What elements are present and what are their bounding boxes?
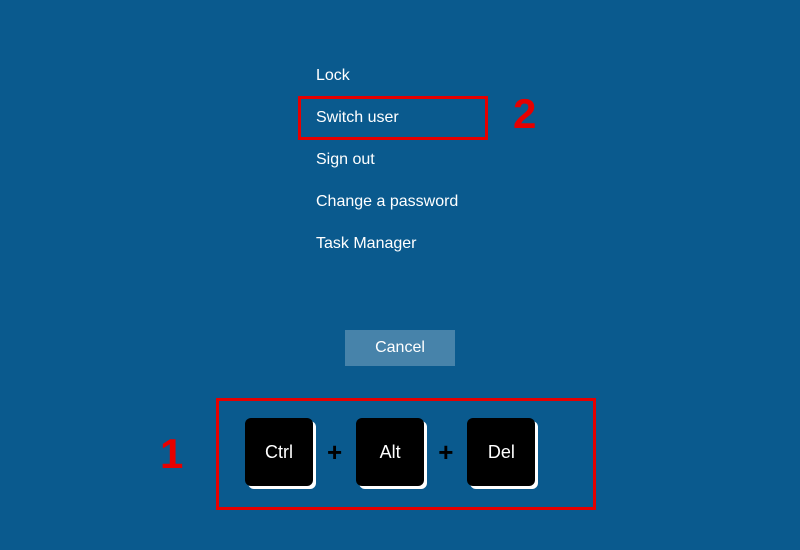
annotation-number-2: 2 (513, 90, 536, 138)
key-combo-ctrl-alt-del: Ctrl + Alt + Del (245, 418, 535, 486)
menu-item-change-password[interactable]: Change a password (310, 181, 472, 223)
cancel-button[interactable]: Cancel (345, 330, 455, 366)
key-ctrl: Ctrl (245, 418, 313, 486)
menu-item-task-manager[interactable]: Task Manager (310, 223, 472, 265)
menu-item-switch-user[interactable]: Switch user (310, 97, 472, 139)
plus-icon: + (432, 437, 459, 468)
annotation-number-1: 1 (160, 430, 183, 478)
security-options-menu: Lock Switch user Sign out Change a passw… (310, 55, 472, 265)
menu-item-lock[interactable]: Lock (310, 55, 472, 97)
menu-item-sign-out[interactable]: Sign out (310, 139, 472, 181)
key-del: Del (467, 418, 535, 486)
plus-icon: + (321, 437, 348, 468)
key-alt: Alt (356, 418, 424, 486)
